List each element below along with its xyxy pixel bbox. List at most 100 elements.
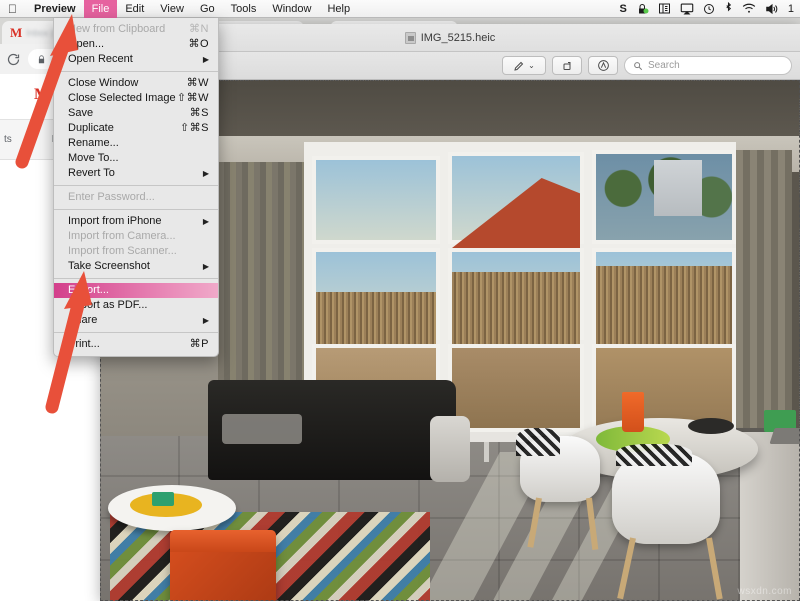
photo-red-roof — [452, 178, 580, 248]
menu-item-rename[interactable]: Rename... — [54, 136, 218, 151]
menu-item-close-window[interactable]: Close Window ⌘W — [54, 76, 218, 91]
photo-radiator-leg — [484, 442, 489, 462]
photo-left-curtain — [218, 162, 304, 412]
bluetooth-icon[interactable] — [724, 2, 733, 15]
menu-item-label: Save — [68, 107, 94, 119]
gmail-icon: M — [34, 86, 49, 103]
menu-go[interactable]: Go — [192, 0, 223, 18]
lock-icon — [38, 54, 45, 63]
photo-orange-container — [622, 392, 644, 432]
photo-window-pane — [592, 150, 736, 244]
menu-item-label: Export... — [68, 284, 109, 296]
document-icon — [404, 31, 416, 44]
menu-item-open-recent[interactable]: Open Recent ▶ — [54, 52, 218, 67]
time-machine-icon[interactable] — [703, 3, 715, 15]
photo-window-pane — [592, 248, 736, 344]
skype-icon[interactable]: S — [620, 3, 627, 15]
menu-item-label: Print... — [68, 338, 100, 350]
menu-edit[interactable]: Edit — [117, 0, 152, 18]
menu-item-label: Export as PDF... — [68, 299, 148, 311]
menu-item-label: Open Recent — [68, 53, 133, 65]
search-input[interactable]: Search — [648, 60, 680, 71]
annotate-button[interactable] — [588, 56, 618, 75]
menu-bar-status-items: S 1 — [620, 2, 800, 15]
menu-preview[interactable]: Preview — [26, 0, 84, 18]
menu-item-export-as-pdf[interactable]: Export as PDF... — [54, 298, 218, 313]
page-title: IMG_5215.heic — [420, 31, 496, 44]
menu-item-label: Enter Password... — [68, 191, 155, 203]
photo-window-pane — [312, 248, 440, 344]
photo-bowl — [688, 418, 734, 434]
volume-icon[interactable] — [765, 3, 779, 15]
menu-item-label: New from Clipboard — [68, 23, 166, 35]
menu-separator — [54, 71, 218, 72]
airplay-icon[interactable] — [680, 3, 694, 15]
submenu-arrow-icon: ▶ — [202, 216, 209, 226]
photo-right-curtain — [736, 150, 792, 450]
photo-fence — [452, 272, 580, 344]
macos-menu-bar:  Preview File Edit View Go Tools Window… — [0, 0, 800, 18]
menu-view[interactable]: View — [152, 0, 192, 18]
menu-item-shortcut: ⇧⌘S — [179, 122, 209, 134]
photo-fence — [316, 292, 436, 344]
menu-file[interactable]: File — [83, 0, 118, 18]
menu-item-label: Duplicate — [68, 122, 114, 134]
lock-dot-icon[interactable] — [636, 3, 649, 15]
menu-item-label: Rename... — [68, 137, 119, 149]
search-field[interactable]: Search — [624, 56, 792, 75]
photo-chair-patterned-back — [616, 444, 692, 466]
menu-item-enter-password: Enter Password... — [54, 190, 218, 205]
menu-item-shortcut: ⌘W — [186, 77, 209, 89]
menu-item-close-selected-image[interactable]: Close Selected Image ⇧⌘W — [54, 91, 218, 106]
gmail-tab-sent[interactable]: ts — [4, 134, 12, 145]
menu-tools[interactable]: Tools — [223, 0, 265, 18]
reload-icon[interactable] — [6, 52, 21, 67]
menu-item-open[interactable]: Open... ⌘O — [54, 37, 218, 52]
submenu-arrow-icon: ▶ — [202, 54, 209, 64]
menu-item-duplicate[interactable]: Duplicate ⇧⌘S — [54, 121, 218, 136]
photo-laptop — [769, 428, 800, 444]
menu-item-print[interactable]: Print... ⌘P — [54, 337, 218, 352]
display-recording-icon[interactable] — [658, 3, 671, 14]
menu-item-label: Close Window — [68, 77, 139, 89]
menu-item-new-from-clipboard: New from Clipboard ⌘N — [54, 22, 218, 37]
file-dropdown-menu: New from Clipboard ⌘N Open... ⌘O Open Re… — [53, 18, 219, 357]
menu-help[interactable]: Help — [319, 0, 358, 18]
window-title-group: IMG_5215.heic — [404, 31, 496, 44]
menu-item-move-to[interactable]: Move To... — [54, 151, 218, 166]
submenu-arrow-icon: ▶ — [202, 168, 209, 178]
gmail-icon: M — [10, 25, 22, 40]
menu-item-label: Import from iPhone — [68, 215, 162, 227]
markup-tools-button[interactable]: ⌄ — [502, 56, 546, 75]
menu-item-export[interactable]: Export... — [54, 283, 218, 298]
rotate-icon — [563, 61, 571, 70]
menu-separator — [54, 278, 218, 279]
menu-item-label: Import from Scanner... — [68, 245, 177, 257]
menu-item-share[interactable]: Share ▶ — [54, 313, 218, 328]
menu-bar-clock[interactable]: 1 — [788, 3, 794, 15]
annotate-icon — [597, 60, 609, 71]
menu-separator — [54, 209, 218, 210]
apple-logo-icon[interactable]:  — [0, 3, 26, 15]
photo-building — [654, 160, 702, 216]
markup-pen-icon — [514, 61, 524, 71]
wifi-icon[interactable] — [742, 3, 756, 14]
rotate-button[interactable] — [552, 56, 582, 75]
menu-item-label: Move To... — [68, 152, 119, 164]
photo-sofa-arm — [430, 416, 470, 482]
menu-item-label: Share — [68, 314, 98, 326]
menu-item-revert-to[interactable]: Revert To ▶ — [54, 166, 218, 181]
menu-item-import-from-scanner: Import from Scanner... — [54, 244, 218, 259]
menu-item-take-screenshot[interactable]: Take Screenshot ▶ — [54, 259, 218, 274]
photo-fence — [596, 266, 732, 344]
photo-sofa-cushion — [222, 414, 302, 444]
menu-item-import-from-camera: Import from Camera... — [54, 229, 218, 244]
menu-item-save[interactable]: Save ⌘S — [54, 106, 218, 121]
chevron-down-icon: ⌄ — [528, 61, 535, 70]
menu-item-import-from-iphone[interactable]: Import from iPhone ▶ — [54, 214, 218, 229]
menu-separator — [54, 185, 218, 186]
menu-item-label: Take Screenshot — [68, 260, 150, 272]
menu-window[interactable]: Window — [264, 0, 319, 18]
menu-item-shortcut: ⌘N — [189, 23, 209, 35]
search-icon — [634, 61, 643, 70]
